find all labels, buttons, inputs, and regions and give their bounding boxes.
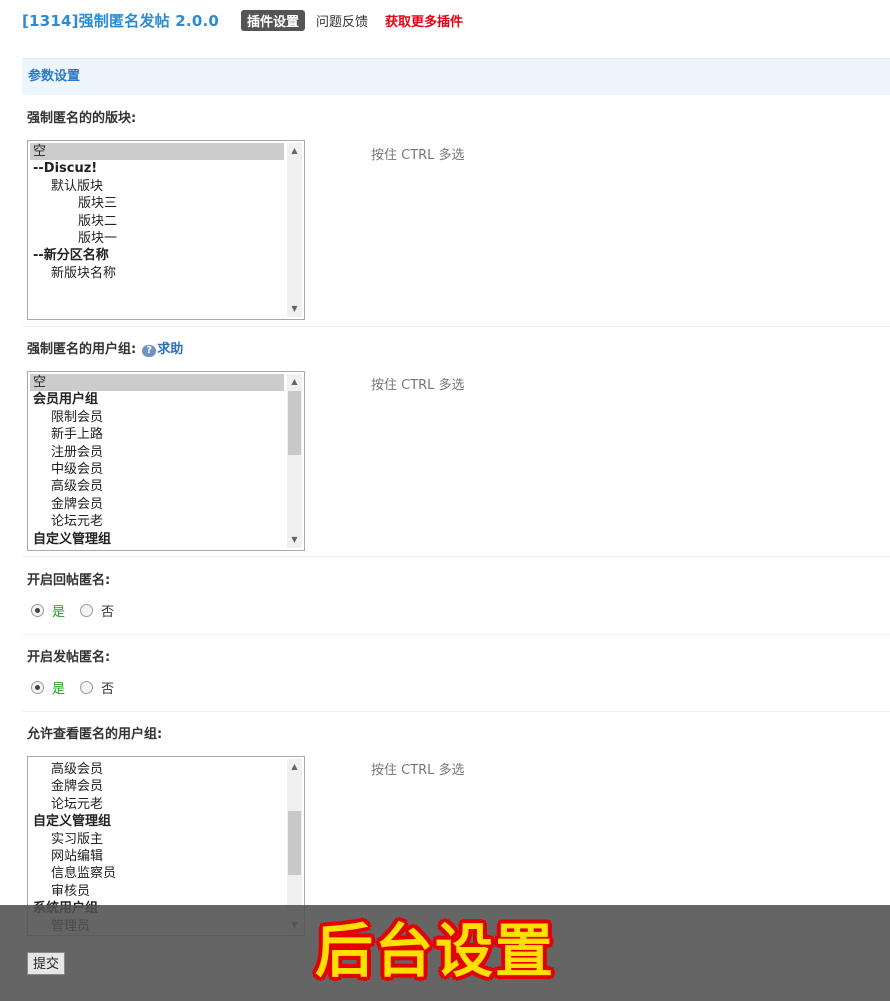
divider bbox=[22, 634, 890, 635]
scroll-up-icon[interactable]: ▲ bbox=[287, 376, 302, 388]
select-option[interactable]: 限制会员 bbox=[30, 409, 284, 426]
option-group[interactable]: --Discuz! bbox=[30, 160, 284, 177]
tab-plugin-settings[interactable]: 插件设置 bbox=[241, 9, 306, 31]
option-group[interactable]: 自定义管理组 bbox=[30, 813, 284, 830]
select-option[interactable]: 论坛元老 bbox=[30, 513, 284, 530]
forums-options: 空 --Discuz! 默认版块 版块三 版块二 版块一 --新分区名称 新版块名称 bbox=[30, 143, 284, 282]
select-option[interactable]: 金牌会员 bbox=[30, 496, 284, 513]
usergroups-scrollbar[interactable]: ▲ ▼ bbox=[287, 374, 302, 548]
select-option[interactable]: 版块三 bbox=[30, 195, 284, 212]
submit-button[interactable]: 提交 bbox=[27, 952, 66, 975]
scroll-down-icon[interactable]: ▼ bbox=[287, 303, 302, 315]
usergroups-options: 空会员用户组 限制会员 新手上路 注册会员 中级会员 高级会员 金牌会员 论坛元老 自定义管理组 bbox=[30, 374, 284, 548]
scroll-up-icon[interactable]: ▲ bbox=[287, 145, 302, 157]
select-option[interactable]: 信息监察员 bbox=[30, 865, 284, 882]
reply-anon-no-radio[interactable] bbox=[80, 604, 94, 617]
post-anon-label: 开启发帖匿名: bbox=[27, 650, 111, 665]
select-option[interactable]: 金牌会员 bbox=[30, 778, 284, 795]
select-option[interactable]: 空 bbox=[30, 374, 284, 392]
help-link[interactable]: ? 求助 bbox=[142, 342, 183, 357]
select-option[interactable]: 论坛元老 bbox=[30, 796, 284, 813]
post-anon-no-label[interactable]: 否 bbox=[101, 678, 114, 697]
overlay-banner-text: 后台设置 bbox=[315, 917, 556, 985]
select-option[interactable]: 注册会员 bbox=[30, 444, 284, 461]
divider bbox=[22, 711, 890, 712]
reply-anon-no-label[interactable]: 否 bbox=[101, 601, 114, 620]
reply-anon-label: 开启回帖匿名: bbox=[27, 573, 111, 588]
select-option[interactable]: 高级会员 bbox=[30, 478, 284, 495]
select-option[interactable]: 空 bbox=[30, 143, 284, 161]
select-option[interactable]: 中级会员 bbox=[30, 461, 284, 478]
page-header: [1314]强制匿名发帖 2.0.0 插件设置 问题反馈 获取更多插件 bbox=[22, 9, 469, 31]
view-groups-hint: 按住 CTRL 多选 bbox=[371, 763, 465, 778]
view-groups-label: 允许查看匿名的用户组: bbox=[27, 727, 163, 742]
reply-anon-radios: 是 否 bbox=[31, 601, 114, 620]
section-title: 参数设置 bbox=[22, 58, 890, 95]
scroll-down-icon[interactable]: ▼ bbox=[287, 534, 302, 546]
post-anon-yes-radio[interactable] bbox=[31, 681, 44, 694]
reply-anon-yes-label[interactable]: 是 bbox=[52, 601, 65, 620]
usergroups-label: 强制匿名的用户组:? 求助 bbox=[27, 338, 183, 357]
forums-select[interactable]: 空 --Discuz! 默认版块 版块三 版块二 版块一 --新分区名称 新版块名称 ▲ ▼ bbox=[27, 140, 305, 320]
tab-feedback[interactable]: 问题反馈 bbox=[310, 10, 374, 31]
help-icon: ? bbox=[142, 345, 157, 357]
usergroups-hint: 按住 CTRL 多选 bbox=[371, 378, 465, 393]
usergroups-label-text: 强制匿名的用户组: bbox=[27, 342, 137, 357]
forums-label: 强制匿名的的版块: bbox=[27, 111, 137, 126]
usergroups-select[interactable]: 空会员用户组 限制会员 新手上路 注册会员 中级会员 高级会员 金牌会员 论坛元老 自定义管理组… bbox=[27, 371, 305, 551]
forums-hint: 按住 CTRL 多选 bbox=[371, 148, 465, 163]
divider bbox=[22, 326, 890, 327]
select-option[interactable]: 审核员 bbox=[30, 883, 284, 900]
post-anon-yes-label[interactable]: 是 bbox=[52, 678, 65, 697]
forums-scrollbar[interactable]: ▲ ▼ bbox=[287, 143, 302, 317]
option-group[interactable]: --新分区名称 bbox=[30, 247, 284, 264]
help-text: 求助 bbox=[157, 342, 184, 357]
select-option[interactable]: 版块二 bbox=[30, 213, 284, 230]
tab-more-plugins[interactable]: 获取更多插件 bbox=[379, 10, 469, 31]
scroll-up-icon[interactable]: ▲ bbox=[287, 761, 302, 773]
select-option[interactable]: 版块一 bbox=[30, 230, 284, 247]
select-option[interactable]: 高级会员 bbox=[30, 761, 284, 778]
scroll-thumb[interactable] bbox=[288, 811, 301, 875]
reply-anon-yes-radio[interactable] bbox=[31, 604, 44, 617]
plugin-title: [1314]强制匿名发帖 2.0.0 bbox=[22, 11, 219, 30]
post-anon-radios: 是 否 bbox=[31, 678, 114, 697]
select-option[interactable]: 新手上路 bbox=[30, 426, 284, 443]
option-group[interactable]: 会员用户组 bbox=[30, 391, 284, 408]
option-group[interactable]: 自定义管理组 bbox=[30, 531, 284, 548]
scroll-thumb[interactable] bbox=[288, 391, 301, 455]
select-option[interactable]: 新版块名称 bbox=[30, 265, 284, 282]
select-option[interactable]: 网站编辑 bbox=[30, 848, 284, 865]
divider bbox=[22, 556, 890, 557]
post-anon-no-radio[interactable] bbox=[80, 681, 94, 694]
select-option[interactable]: 实习版主 bbox=[30, 831, 284, 848]
select-option[interactable]: 默认版块 bbox=[30, 178, 284, 195]
